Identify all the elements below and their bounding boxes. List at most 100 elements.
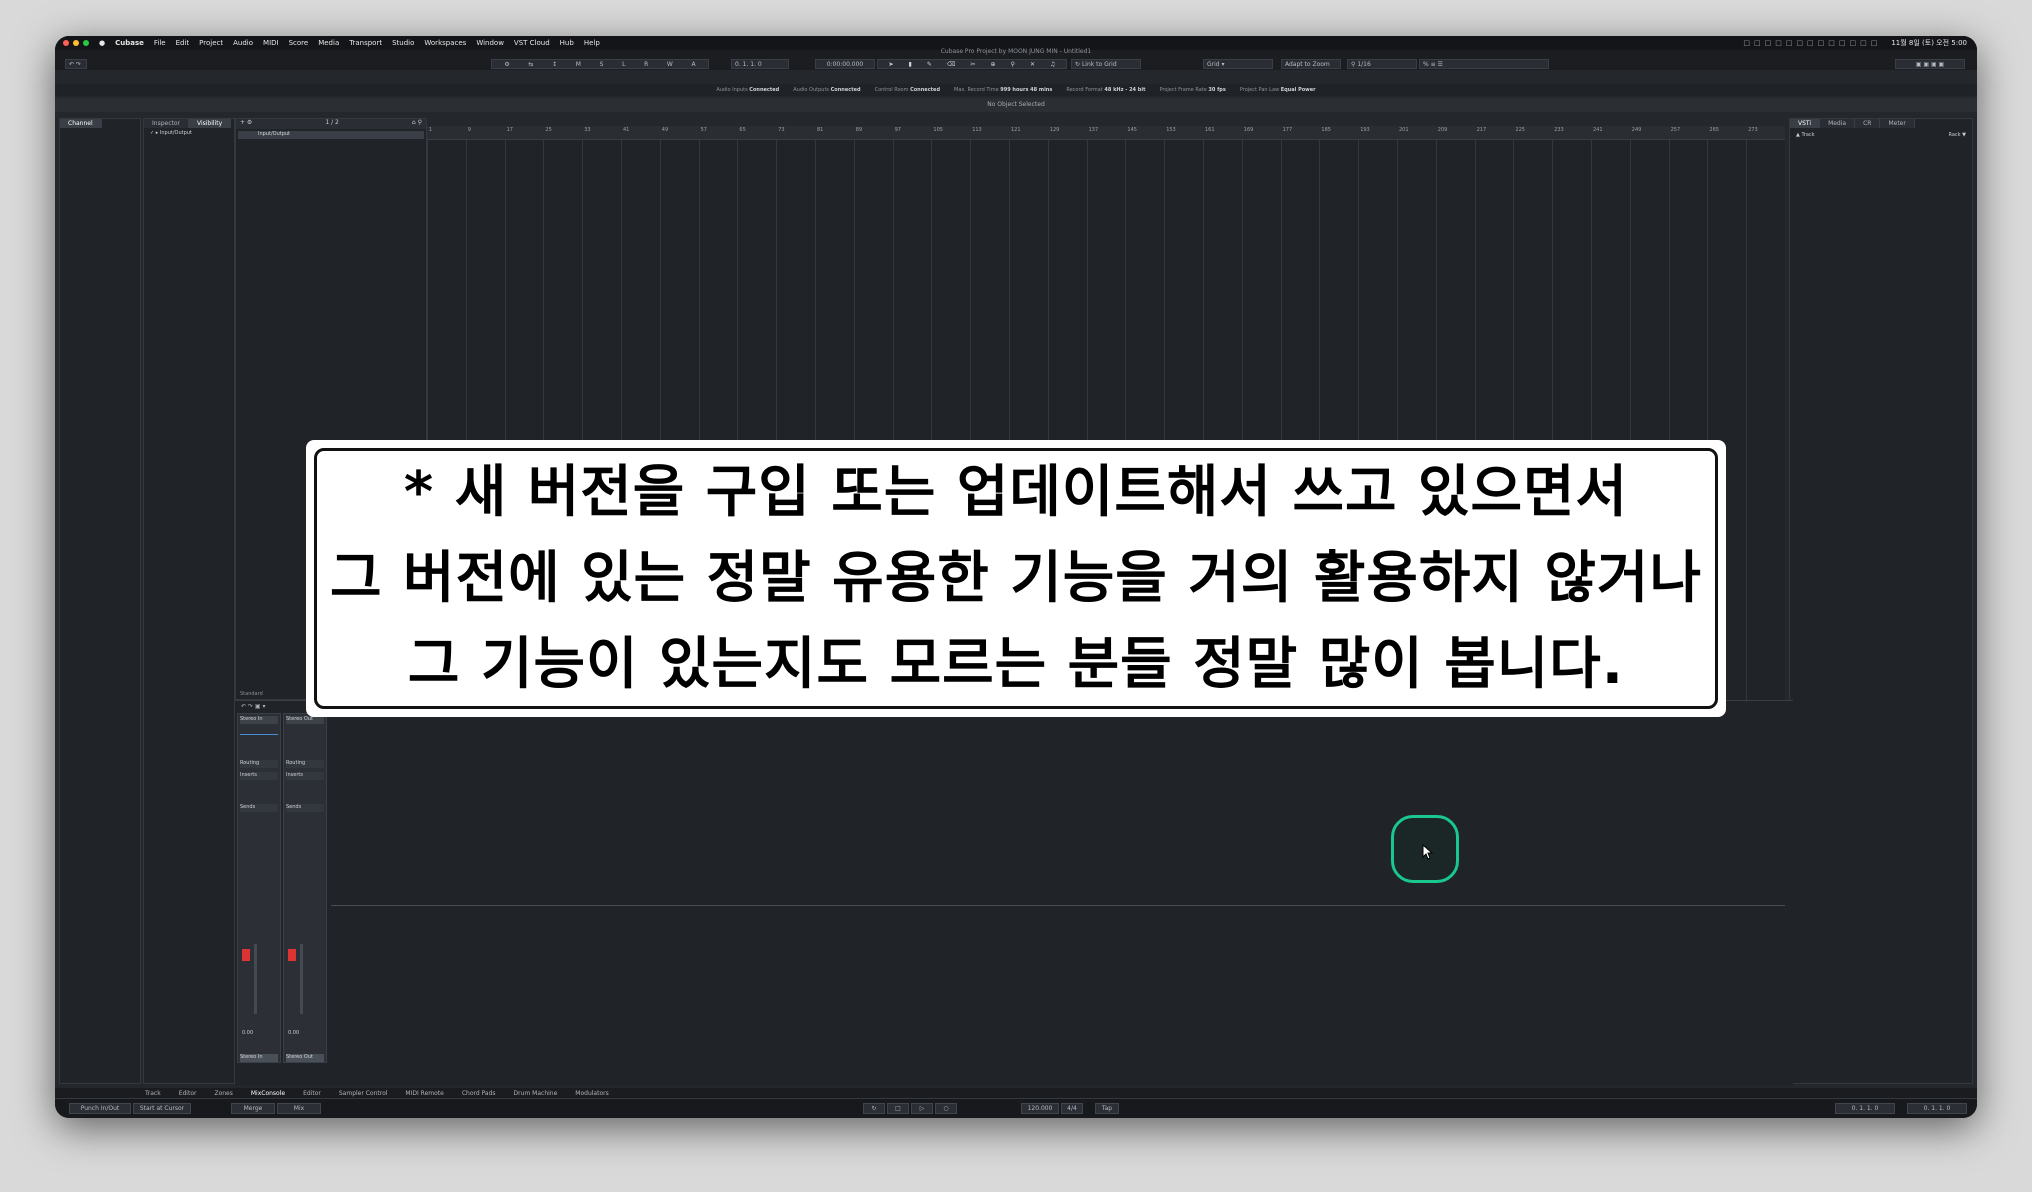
track-row-input-output[interactable]: Input/Output [238, 131, 424, 139]
tap-button[interactable]: Tap [1095, 1103, 1119, 1114]
ruler-mark: 89 [855, 127, 863, 133]
fader-handle[interactable] [242, 949, 250, 961]
tab-meter[interactable]: Meter [1880, 119, 1915, 128]
tab-track[interactable]: Track [145, 1090, 161, 1097]
zoom-tool-icon[interactable]: ⚲ [1011, 61, 1015, 68]
tab-channel[interactable]: Channel [60, 119, 102, 128]
layout-buttons[interactable]: ▣ ▣ ▣ ▣ [1895, 59, 1965, 69]
tab-inspector[interactable]: Inspector [144, 119, 189, 128]
mix-select[interactable]: Mix [277, 1103, 321, 1114]
vsti-track-label[interactable]: ▲ Track [1796, 132, 1815, 138]
menu-transport[interactable]: Transport [349, 39, 382, 47]
speaker-icon[interactable]: ♫ [1050, 61, 1055, 68]
fader-handle[interactable] [288, 949, 296, 961]
tab-vsti[interactable]: VSTi [1790, 119, 1821, 128]
left-locator[interactable]: 0. 1. 1. 0 [1835, 1103, 1895, 1114]
tab-mixconsole[interactable]: MixConsole [251, 1090, 285, 1097]
strip-routing[interactable]: Routing [240, 760, 278, 768]
menu-workspaces[interactable]: Workspaces [424, 39, 466, 47]
stop-button[interactable]: □ [887, 1103, 909, 1114]
mute-tool-icon[interactable]: ✕ [1030, 61, 1035, 68]
menu-file[interactable]: File [154, 39, 166, 47]
zoom-icon[interactable] [83, 40, 89, 46]
edit-tools[interactable]: ➤ ▮ ✎ ⌫ ✂ ⊕ ⚲ ✕ ♫ [877, 59, 1067, 69]
tab-zones[interactable]: Zones [214, 1090, 232, 1097]
range-icon[interactable]: ▮ [909, 61, 912, 68]
strip-input-label[interactable]: Stereo Out [286, 716, 324, 724]
menu-project[interactable]: Project [199, 39, 223, 47]
eraser-icon[interactable]: ⌫ [947, 61, 955, 68]
add-track-icon[interactable]: + ⚙ [240, 119, 252, 129]
tab-editor[interactable]: Editor [303, 1090, 321, 1097]
quantize-select[interactable]: ⚲ 1/16 [1347, 59, 1417, 69]
record-button[interactable]: ○ [935, 1103, 957, 1114]
menu-window[interactable]: Window [476, 39, 504, 47]
tab-cr[interactable]: CR [1855, 119, 1881, 128]
scissors-icon[interactable]: ✂ [970, 61, 975, 68]
menu-help[interactable]: Help [584, 39, 600, 47]
strip-sends[interactable]: Sends [240, 804, 278, 812]
menu-cubase[interactable]: Cubase [115, 39, 144, 47]
track-search-icon[interactable]: ⌂ ⚲ [412, 119, 422, 129]
tab-editor-left[interactable]: Editor [179, 1090, 197, 1097]
tab-chord-pads[interactable]: Chord Pads [462, 1090, 496, 1097]
menubar-clock[interactable]: 11월 8일 (토) 오전 5:00 [1891, 38, 1967, 48]
vsti-rack-label[interactable]: Rack ▼ [1948, 132, 1966, 138]
minimize-icon[interactable] [73, 40, 79, 46]
cycle-button[interactable]: ↻ [863, 1103, 885, 1114]
tab-drum-machine[interactable]: Drum Machine [514, 1090, 558, 1097]
time-display[interactable]: 0:00:00.000 [815, 59, 875, 69]
record-icon: ○ [943, 1105, 949, 1112]
menu-studio[interactable]: Studio [392, 39, 414, 47]
start-select[interactable]: Start at Cursor [133, 1103, 191, 1114]
strip-inserts[interactable]: Inserts [240, 772, 278, 780]
track-list-toolbar[interactable]: + ⚙ 1 / 2 ⌂ ⚲ [236, 119, 426, 129]
timeline-ruler[interactable]: 1 9 17 25 33 41 49 57 65 73 81 89 97 105 113 121 129 137 1… [427, 126, 1785, 140]
ruler-mark: 25 [545, 127, 552, 133]
tab-modulators[interactable]: Modulators [575, 1090, 608, 1097]
ruler-mark: 153 [1166, 127, 1176, 133]
pencil-icon[interactable]: ✎ [927, 61, 932, 68]
strip-name[interactable]: Stereo In [240, 1054, 278, 1062]
menu-media[interactable]: Media [318, 39, 339, 47]
tempo-display[interactable]: 120.000 [1021, 1103, 1059, 1114]
link-select[interactable]: ↻ Link to Grid [1071, 59, 1141, 69]
mode-buttons[interactable]: ⚙ ⇆ ↕ M S L R W A [491, 59, 709, 69]
menu-hub[interactable]: Hub [560, 39, 574, 47]
strip-sends[interactable]: Sends [286, 804, 324, 812]
glue-icon[interactable]: ⊕ [990, 61, 995, 68]
tab-midi-remote[interactable]: MIDI Remote [405, 1090, 443, 1097]
menu-vst-cloud[interactable]: VST Cloud [514, 39, 550, 47]
visibility-item[interactable]: ✓ ▸ Input/Output [144, 128, 234, 138]
close-icon[interactable] [63, 40, 69, 46]
strip-input-label[interactable]: Stereo In [240, 716, 278, 724]
strip-routing[interactable]: Routing [286, 760, 324, 768]
apple-icon[interactable]: ● [99, 39, 105, 47]
window-controls[interactable] [63, 40, 89, 46]
zoom-select[interactable]: Adapt to Zoom [1281, 59, 1341, 69]
tab-sampler-control[interactable]: Sampler Control [339, 1090, 388, 1097]
status-icons[interactable]: □□□□□□□□□□□□□ [1743, 39, 1881, 47]
strip-name[interactable]: Stereo Out [286, 1054, 324, 1062]
undo-redo-buttons[interactable]: ↶ ↷ [65, 59, 87, 69]
grid-select[interactable]: Grid ▾ [1203, 59, 1273, 69]
punch-select[interactable]: Punch In/Out [69, 1103, 131, 1114]
mixer-divider[interactable] [331, 905, 1785, 906]
ruler-mark: 9 [467, 127, 471, 133]
play-button[interactable]: ▷ [911, 1103, 933, 1114]
menu-midi[interactable]: MIDI [263, 39, 279, 47]
strip-inserts[interactable]: Inserts [286, 772, 324, 780]
signature-display[interactable]: 4/4 [1061, 1103, 1083, 1114]
menu-edit[interactable]: Edit [176, 39, 190, 47]
toolbar-extra[interactable]: % ≡ ☰ [1419, 59, 1549, 69]
pointer-icon[interactable]: ➤ [889, 61, 894, 68]
position-display[interactable]: 0. 1. 1. 0 [731, 59, 789, 69]
menu-score[interactable]: Score [289, 39, 309, 47]
tab-visibility[interactable]: Visibility [189, 119, 232, 128]
right-locator[interactable]: 0. 1. 1. 0 [1907, 1103, 1967, 1114]
tab-media[interactable]: Media [1820, 119, 1856, 128]
right-zone-tabs: VSTi Media CR Meter [1790, 119, 1972, 128]
merge-select[interactable]: Merge [231, 1103, 275, 1114]
channel-tabs: Channel [60, 119, 140, 128]
menu-audio[interactable]: Audio [233, 39, 253, 47]
